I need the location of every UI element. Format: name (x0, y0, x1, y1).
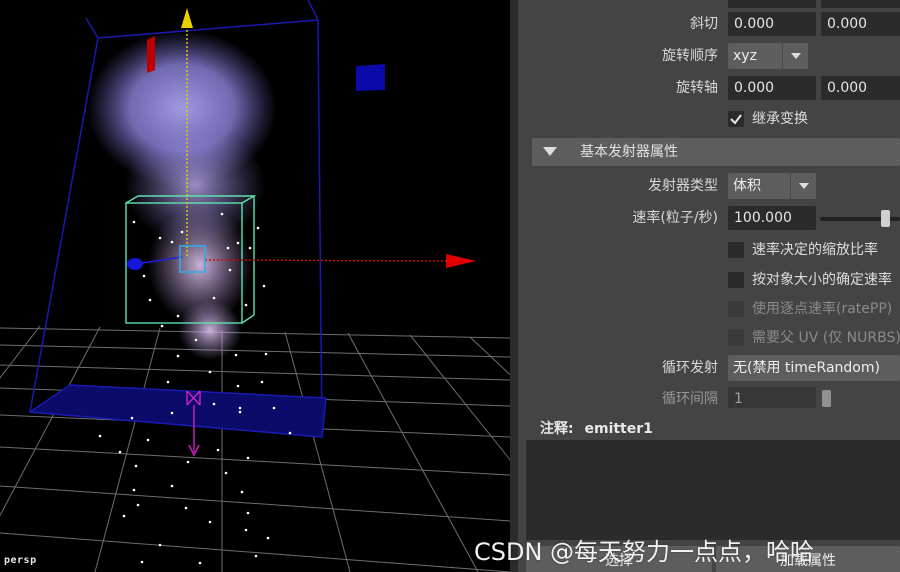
emitter-type-label: 发射器类型 (648, 178, 718, 194)
section-title: 基本发射器属性 (580, 144, 678, 160)
cycle-interval-row: 循环间隔 1 (518, 386, 900, 408)
attribute-editor-panel: 斜切 0.000 0.000 旋转顺序 xyz 旋转轴 0.000 0.000 … (518, 0, 900, 572)
need-parent-uv-label: 需要父 UV (仅 NURBS) (752, 330, 900, 346)
inherit-transform-checkbox[interactable] (728, 111, 744, 127)
use-per-point-rates-label: 使用逐点速率(ratePP) (752, 301, 893, 317)
rotate-axis-y-field[interactable]: 0.000 (821, 76, 900, 100)
use-per-point-rates-checkbox[interactable] (728, 301, 744, 317)
cycle-emission-row: 循环发射 无(禁用 timeRandom) (518, 355, 900, 381)
emitter-type-dropdown[interactable]: 体积 (728, 173, 790, 199)
scale-rate-by-object-size-checkbox[interactable] (728, 272, 744, 288)
top-field-2[interactable] (821, 0, 900, 8)
rate-slider-thumb[interactable] (881, 210, 891, 227)
notes-label: 注释: (540, 421, 574, 437)
scene-canvas (0, 0, 510, 572)
panel-divider[interactable] (510, 0, 518, 572)
rotate-axis-label: 旋转轴 (676, 80, 718, 96)
shear-label: 斜切 (690, 16, 718, 32)
shear-y-field[interactable]: 0.000 (821, 12, 900, 36)
ground-grid (0, 325, 510, 572)
cycle-interval-slider-thumb[interactable] (822, 390, 831, 407)
checkmark-icon (730, 114, 742, 125)
top-field-1[interactable] (728, 0, 816, 8)
basic-emitter-attributes-header[interactable]: 基本发射器属性 (532, 138, 900, 166)
cycle-interval-label: 循环间隔 (662, 391, 718, 407)
notes-heading: 注释: emitter1 (540, 418, 653, 438)
smoke-fluid (87, 30, 277, 360)
watermark-text: CSDN @每天努力一点点，哈哈 (474, 538, 815, 566)
rotate-axis-x-field[interactable]: 0.000 (728, 76, 816, 100)
cycle-emission-label: 循环发射 (662, 360, 718, 376)
cycle-emission-dropdown[interactable]: 无(禁用 timeRandom) (728, 355, 900, 381)
chevron-down-icon[interactable] (782, 43, 808, 69)
rotate-order-label: 旋转顺序 (662, 48, 718, 64)
scale-rate-by-object-size-label: 按对象大小的确定速率 (752, 272, 892, 288)
collapse-triangle-icon (543, 147, 557, 156)
rate-row: 速率(粒子/秒) 100.000 (518, 205, 900, 231)
camera-label: persp (4, 555, 37, 566)
inherit-transform-label: 继承变换 (752, 111, 808, 127)
chevron-down-icon[interactable] (790, 173, 816, 199)
rate-spread-scale-checkbox[interactable] (728, 242, 744, 258)
rate-field[interactable]: 100.000 (728, 206, 816, 230)
shear-x-field[interactable]: 0.000 (728, 12, 816, 36)
cycle-interval-field[interactable]: 1 (728, 387, 816, 408)
notes-node-name: emitter1 (584, 421, 653, 437)
rate-spread-scale-label: 速率决定的缩放比率 (752, 242, 878, 258)
perspective-viewport[interactable]: persp (0, 0, 510, 572)
rotate-order-dropdown[interactable]: xyz (728, 43, 782, 69)
shear-row: 斜切 0.000 0.000 (518, 11, 900, 37)
need-parent-uv-checkbox[interactable] (728, 330, 744, 346)
rotate-order-row: 旋转顺序 xyz (518, 43, 900, 69)
emitter-type-row: 发射器类型 体积 (518, 173, 900, 199)
rate-label: 速率(粒子/秒) (632, 210, 718, 226)
rotate-axis-row: 旋转轴 0.000 0.000 (518, 75, 900, 101)
notes-textarea[interactable] (526, 440, 900, 540)
